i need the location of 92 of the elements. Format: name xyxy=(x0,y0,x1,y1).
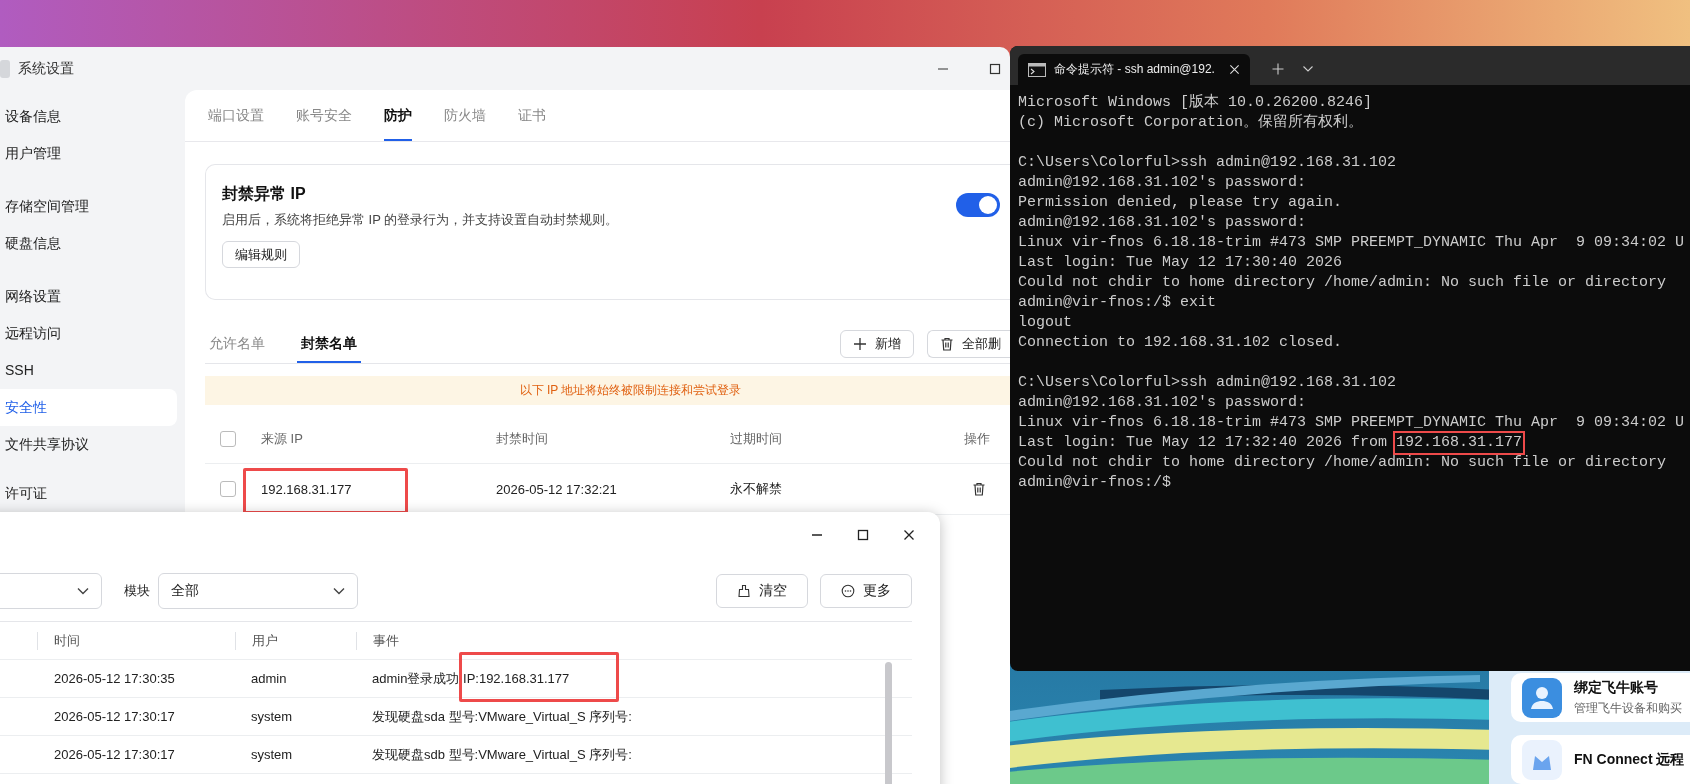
table-cell-text: admin xyxy=(250,671,288,686)
tab[interactable]: 防火墙 xyxy=(444,90,486,141)
table-cell-text: 2026-05-12 17:30:17 xyxy=(53,747,176,762)
terminal-line: logout xyxy=(1018,313,1072,333)
terminal-line: admin@192.168.31.102's password: xyxy=(1018,173,1307,193)
tab[interactable]: 证书 xyxy=(518,90,546,141)
filter-label: 模块 xyxy=(124,582,150,600)
app-icon xyxy=(0,59,10,78)
card-title: FN Connect 远程 xyxy=(1574,750,1685,769)
terminal-line: Could not chdir to home directory /home/admin: No such file or directory xyxy=(1018,273,1667,293)
column-header: 来源 IP xyxy=(261,430,304,448)
terminal-line: Microsoft Windows [版本 10.0.26200.8246] xyxy=(1018,93,1373,113)
sidebar-item[interactable]: 文件共享协议 xyxy=(0,426,177,463)
terminal-line: admin@vir-fnos:/$ exit xyxy=(1018,293,1217,313)
more-button[interactable]: 更多 xyxy=(820,574,912,608)
column-header: 封禁时间 xyxy=(496,430,549,448)
side-card[interactable]: FN Connect 远程 xyxy=(1511,735,1690,784)
card-subtitle: 管理飞牛设备和购买 xyxy=(1574,701,1682,716)
toggle-switch[interactable] xyxy=(956,193,1000,217)
more-icon xyxy=(841,584,855,598)
chevron-down-icon[interactable] xyxy=(1302,65,1314,73)
table-cell-text: 192.168.31.177 xyxy=(261,481,353,497)
table-cell-text: 永不解禁 xyxy=(730,480,783,498)
column-header: 过期时间 xyxy=(730,430,783,448)
table-cell-text: 2026-05-12 17:30:35 xyxy=(53,671,176,686)
column-header: 事件 xyxy=(356,631,399,650)
highlighted-text: 192.168.31.177 xyxy=(1393,431,1526,455)
terminal-line: Linux vir-fnos 6.18.18-trim #473 SMP PREEMPT_DYNAMIC Thu Apr 9 09:34:02 U xyxy=(1018,413,1685,433)
maximize-icon[interactable] xyxy=(856,528,870,542)
crown-icon xyxy=(1522,739,1562,780)
sidebar-item[interactable]: 存储空间管理 xyxy=(0,188,177,225)
terminal-line: Last login: Tue May 12 17:30:40 2026 xyxy=(1018,253,1343,273)
clear-button[interactable]: 清空 xyxy=(716,574,808,608)
notice-banner: 以下 IP 地址将始终被限制连接和尝试登录 xyxy=(205,376,1010,405)
window-title: 系统设置 xyxy=(18,59,74,78)
table-cell-text: admin登录成功 IP:192.168.31.177 xyxy=(371,669,570,688)
sidebar-item[interactable]: 硬盘信息 xyxy=(0,225,177,262)
close-icon[interactable] xyxy=(902,528,916,542)
trash-icon xyxy=(940,337,954,351)
table-cell-text: 发现硬盘sda 型号:VMware_Virtual_S 序列号: xyxy=(371,707,632,726)
tab[interactable]: 防护 xyxy=(384,90,412,141)
card-title: 绑定飞牛账号 xyxy=(1574,679,1659,697)
sidebar-item[interactable]: 安全性 xyxy=(0,389,177,426)
edit-rules-button[interactable]: 编辑规则 xyxy=(222,241,300,268)
table-cell-text: 发现硬盘sdb 型号:VMware_Virtual_S 序列号: xyxy=(371,745,632,764)
tab[interactable]: 端口设置 xyxy=(208,90,264,141)
terminal-icon xyxy=(1028,62,1046,77)
card-title: 封禁异常 IP xyxy=(222,184,306,204)
sidebar-item[interactable]: 远程访问 xyxy=(0,315,177,352)
scrollbar[interactable] xyxy=(885,662,892,784)
sidebar-item[interactable]: 设备信息 xyxy=(0,98,177,135)
terminal-line: admin@vir-fnos:/$ xyxy=(1018,473,1172,493)
chevron-down-icon xyxy=(77,587,89,595)
terminal-tab[interactable]: 命令提示符 - ssh admin@192. xyxy=(1018,54,1250,85)
column-header: 用户 xyxy=(235,631,356,650)
table-cell-text: 2026-05-12 17:30:17 xyxy=(53,709,176,724)
plus-icon[interactable] xyxy=(1272,63,1284,75)
sidebar-item[interactable]: SSH xyxy=(0,352,177,389)
terminal-line: Last login: Tue May 12 17:32:40 2026 from xyxy=(1018,433,1388,453)
terminal-line: admin@192.168.31.102's password: xyxy=(1018,213,1307,233)
table-cell-text: system xyxy=(250,709,294,724)
card-description: 启用后，系统将拒绝异常 IP 的登录行为，并支持设置自动封禁规则。 xyxy=(222,211,619,229)
plus-icon xyxy=(853,337,867,351)
terminal-line: (c) Microsoft Corporation。保留所有权利。 xyxy=(1018,113,1364,133)
checkbox[interactable] xyxy=(220,481,236,497)
trash-icon[interactable] xyxy=(972,482,986,496)
terminal-line: Linux vir-fnos 6.18.18-trim #473 SMP PREEMPT_DYNAMIC Thu Apr 9 09:34:02 U xyxy=(1018,233,1685,253)
terminal-line: Connection to 192.168.31.102 closed. xyxy=(1018,333,1343,353)
table-cell-text: system xyxy=(250,747,294,762)
broom-icon xyxy=(737,584,751,598)
terminal-line: Could not chdir to home directory /home/admin: No such file or directory xyxy=(1018,453,1667,473)
sidebar-item[interactable]: 许可证 xyxy=(0,479,177,507)
checkbox[interactable] xyxy=(220,431,236,447)
column-header: 操作 xyxy=(964,430,990,448)
column-header: 时间 xyxy=(37,631,235,650)
list-tab[interactable]: 允许名单 xyxy=(205,335,269,363)
terminal-line: admin@192.168.31.102's password: xyxy=(1018,393,1307,413)
user-icon xyxy=(1522,677,1562,718)
terminal-line: Permission denied, please try again. xyxy=(1018,193,1343,213)
table-cell-text: 2026-05-12 17:32:21 xyxy=(496,481,618,497)
maximize-icon[interactable] xyxy=(988,61,1002,76)
dropdown[interactable]: 全部 xyxy=(158,573,358,609)
terminal-line: C:\Users\Colorful>ssh admin@192.168.31.102 xyxy=(1018,153,1397,173)
sidebar-item[interactable]: 网络设置 xyxy=(0,278,177,315)
list-tab[interactable]: 封禁名单 xyxy=(297,335,361,363)
side-card[interactable]: 绑定飞牛账号 管理飞牛设备和购买 xyxy=(1511,673,1690,722)
chevron-down-icon xyxy=(333,587,345,595)
delete-all-button[interactable]: 全部删 xyxy=(927,330,1010,358)
tab[interactable]: 账号安全 xyxy=(296,90,352,141)
terminal-line: C:\Users\Colorful>ssh admin@192.168.31.102 xyxy=(1018,373,1397,393)
add-button[interactable]: 新增 xyxy=(840,330,914,358)
sidebar-item[interactable]: 用户管理 xyxy=(0,135,177,172)
